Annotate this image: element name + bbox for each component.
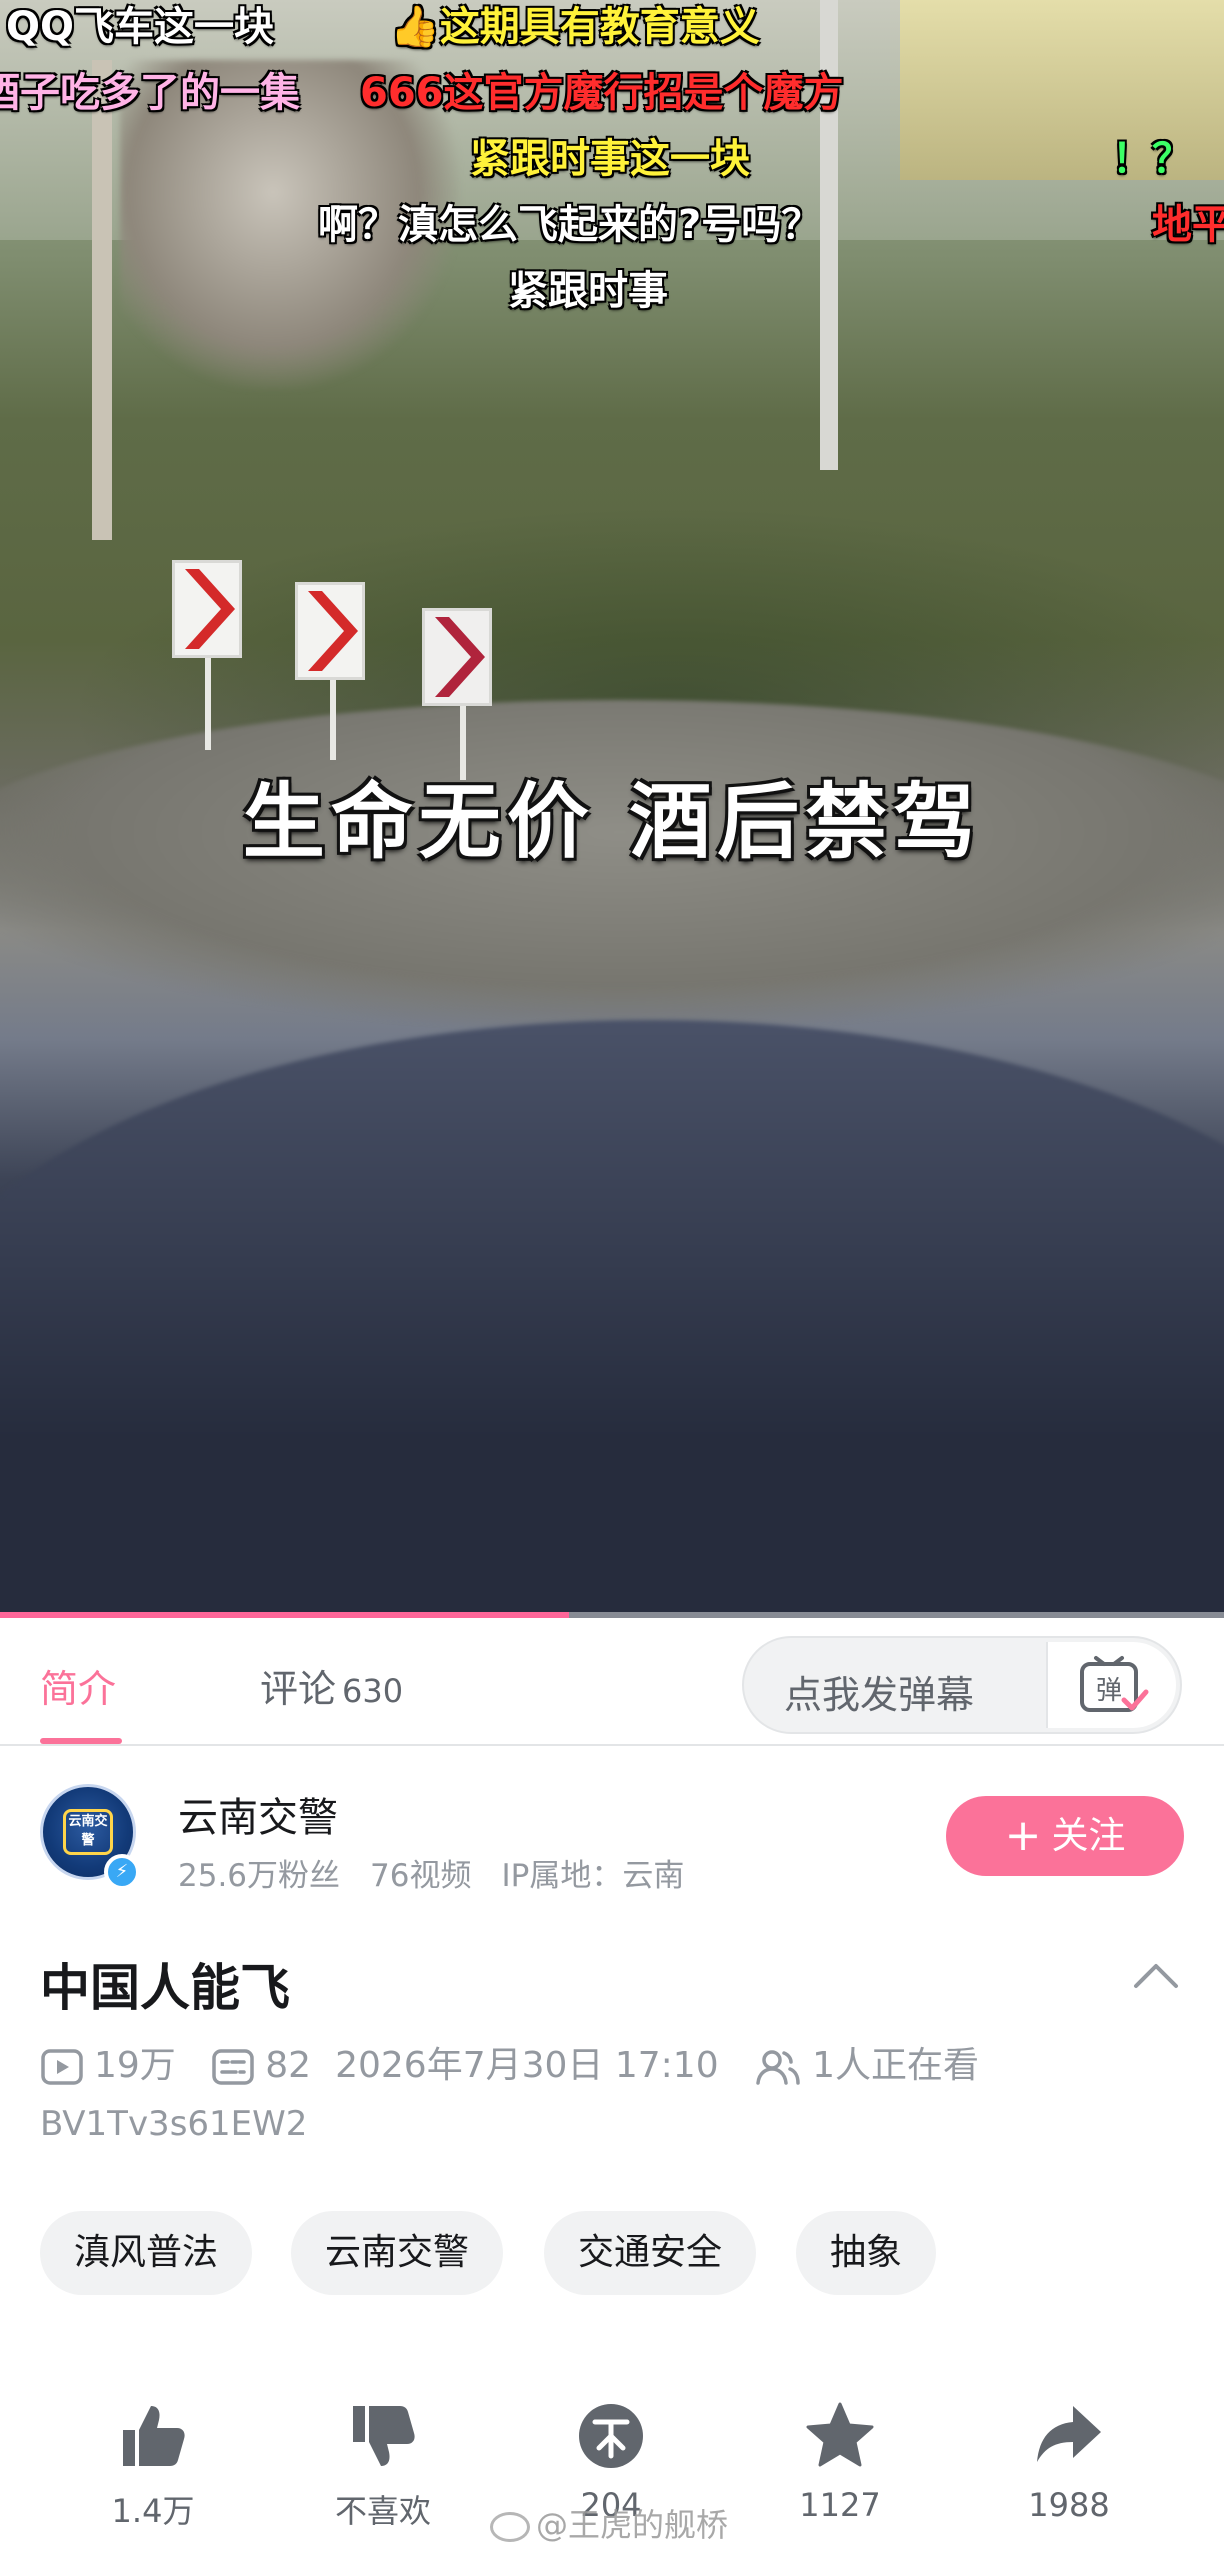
favorite-count: 1127 [799, 2486, 881, 2524]
thumbs-up-icon: 👍 [390, 4, 440, 50]
uploader-video-count: 76视频 [370, 1858, 472, 1894]
tab-comments-count: 630 [342, 1672, 404, 1710]
danmaku-count-icon [212, 2049, 255, 2085]
tag-chip[interactable]: 抽象 [796, 2211, 937, 2295]
danmaku-comment: 紧跟时事 [508, 268, 668, 314]
tag-chip[interactable]: 交通安全 [544, 2211, 757, 2295]
chevron-sign [295, 582, 365, 680]
dislike-label: 不喜欢 [334, 2492, 431, 2530]
tab-intro[interactable]: 简介 [40, 1658, 116, 1713]
danmaku-comment: 👍这期具有教育意义 [390, 4, 760, 50]
coin-icon [579, 2404, 643, 2468]
dislike-button[interactable]: 不喜欢 [308, 2400, 458, 2532]
video-subtitle: 生命无价 酒后禁驾 [242, 774, 982, 870]
collapse-icon[interactable] [1128, 1956, 1184, 1996]
dislike-icon [353, 2406, 415, 2466]
danmaku-comment: 酒子吃多了的一集 [0, 70, 300, 116]
publish-time: 2026年7月30日 17:10 [335, 2045, 719, 2086]
tab-comments[interactable]: 评论 630 [260, 1658, 403, 1713]
active-tab-indicator [40, 1738, 122, 1744]
tab-comments-label: 评论 [260, 1667, 337, 1711]
share-count: 1988 [1028, 2486, 1110, 2524]
share-button[interactable]: 1988 [994, 2400, 1144, 2524]
chevron-sign [422, 608, 492, 706]
view-count: 19万 [94, 2045, 176, 2086]
video-bvid: BV1Tv3s61EW2 [40, 2104, 308, 2144]
plus-icon: + [1004, 1810, 1042, 1861]
like-count: 1.4万 [111, 2492, 195, 2530]
danmaku-count: 82 [265, 2045, 312, 2086]
svg-text:弹: 弹 [1096, 1676, 1122, 1706]
share-icon [1037, 2406, 1101, 2462]
follow-button-label: 关注 [1051, 1814, 1126, 1857]
favorite-icon [806, 2402, 874, 2467]
video-meta: 19万 82 2026年7月30日 17:10 1人正在看 [40, 2036, 979, 2088]
like-icon [123, 2406, 185, 2466]
danmaku-toggle-button[interactable]: 弹 [1046, 1642, 1176, 1728]
danmaku-comment: 啊？滇怎么飞起来的?号吗？ [318, 202, 822, 248]
verified-icon: ⚡ [104, 1854, 140, 1890]
danmaku-input-placeholder: 点我发弹幕 [784, 1673, 975, 1717]
video-title: 中国人能飞 [40, 1959, 290, 2017]
danmaku-comment: QQ飞车这一块 [6, 4, 275, 50]
video-scene-post [92, 60, 112, 540]
danmaku-comment: 666这官方魔行招是个魔方 [360, 70, 844, 116]
video-player[interactable]: 生命无价 酒后禁驾 QQ飞车这一块 👍这期具有教育意义 酒子吃多了的一集 666… [0, 0, 1224, 1618]
like-button[interactable]: 1.4万 [78, 2400, 228, 2532]
watching-count: 1人正在看 [812, 2045, 979, 2086]
uploader-ip-location: IP属地：云南 [501, 1858, 685, 1894]
watermark: @王虎的舰桥 [490, 2500, 728, 2546]
play-count-icon [41, 2049, 83, 2085]
weibo-icon [490, 2512, 530, 2542]
uploader-stats: 25.6万粉丝 76视频 IP属地：云南 [178, 1850, 714, 1895]
danmaku-comment: 紧跟时事这一块 [470, 136, 750, 182]
tag-chip[interactable]: 滇风普法 [40, 2211, 253, 2295]
follow-button[interactable]: + 关注 [946, 1796, 1184, 1876]
danmaku-comment: 地平 [1152, 202, 1224, 248]
favorite-button[interactable]: 1127 [765, 2400, 915, 2524]
watching-icon [756, 2050, 800, 2085]
danmaku-comment: ！？ [1112, 136, 1192, 182]
chevron-post [330, 670, 336, 760]
danmaku-input[interactable]: 点我发弹幕 弹 [742, 1636, 1182, 1734]
danmaku-toggle-icon: 弹 [1080, 1656, 1149, 1712]
chevron-sign [172, 560, 242, 658]
uploader-followers: 25.6万粉丝 [178, 1858, 341, 1894]
uploader-name[interactable]: 云南交警 [178, 1785, 338, 1843]
video-scene-road [0, 1020, 1224, 1618]
avatar-logo-text: 云南交警 [63, 1809, 113, 1855]
tag-chip[interactable]: 云南交警 [291, 2211, 504, 2295]
